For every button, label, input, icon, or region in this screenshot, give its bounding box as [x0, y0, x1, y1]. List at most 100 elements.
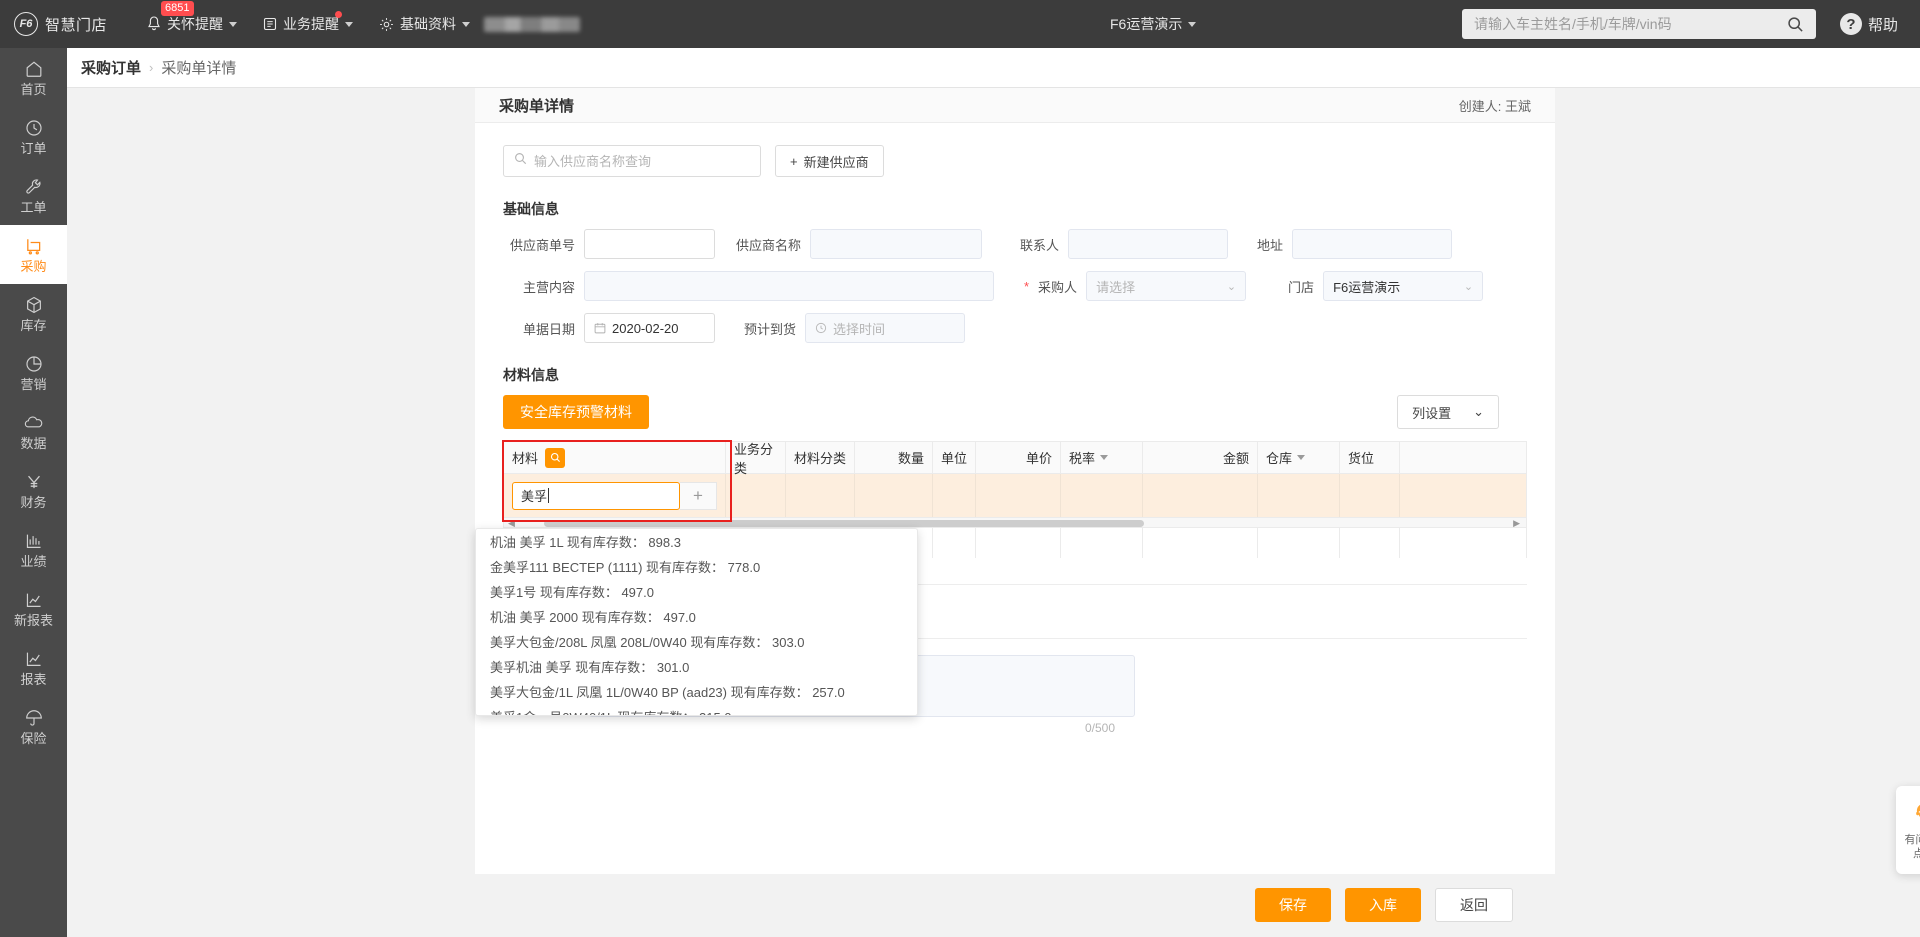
field-placeholder: 请选择 [1096, 279, 1136, 295]
supplier-name-input[interactable] [810, 229, 982, 259]
breadcrumb-current: 采购单详情 [161, 60, 237, 77]
search-chip-icon[interactable] [545, 447, 566, 468]
scroll-left-arrow-icon[interactable]: ◀ [508, 518, 515, 528]
user-name-blurred[interactable] [484, 16, 581, 32]
column-header-unit-price[interactable]: 单价 [976, 442, 1061, 473]
column-header-quantity[interactable]: 数量 [855, 442, 933, 473]
cell-empty [1340, 528, 1400, 558]
store-select[interactable]: F6运营演示 ⌄ [1323, 271, 1484, 301]
topbar-item-care-reminder[interactable]: 关怀提醒 6851 [147, 1, 238, 34]
column-header-location[interactable]: 货位 [1340, 442, 1400, 473]
doc-date-input[interactable]: 2020-02-20 [584, 313, 715, 343]
sidebar-item-performance[interactable]: 业绩 [0, 520, 67, 579]
scrollbar-thumb[interactable] [544, 520, 1144, 527]
sidebar-item-report[interactable]: 报表 [0, 638, 67, 697]
topbar-item-basic-data[interactable]: 基础资料 [379, 14, 471, 34]
column-header-tax-rate[interactable]: 税率 [1061, 442, 1143, 473]
global-search-input[interactable] [1462, 16, 1787, 32]
field-value: 2020-02-20 [612, 320, 679, 336]
cell-business-category[interactable] [726, 474, 786, 517]
column-settings-button[interactable]: 列设置 ⌄ [1397, 395, 1499, 429]
supplier-search-box[interactable] [503, 145, 761, 177]
column-header-unit[interactable]: 单位 [933, 442, 976, 473]
column-header-amount[interactable]: 金额 [1143, 442, 1258, 473]
save-button[interactable]: 保存 [1255, 888, 1331, 922]
topbar-item-label: 业务提醒 [283, 16, 340, 32]
brand-logo[interactable]: F6 智慧门店 [14, 12, 107, 36]
dropdown-option[interactable]: 金美孚111 BECTEP (1111) 现有库存数： 778.0 [476, 554, 917, 579]
sidebar-item-label: 财务 [20, 495, 47, 510]
search-icon[interactable] [1787, 16, 1804, 33]
expected-arrival-input[interactable]: 选择时间 [805, 313, 965, 343]
field-value: F6运营演示 [1333, 279, 1401, 295]
address-input[interactable] [1292, 229, 1452, 259]
supplier-order-no-input[interactable] [584, 229, 715, 259]
material-input-value: 美孚 [521, 489, 548, 504]
stock-in-button[interactable]: 入库 [1345, 888, 1421, 922]
cell-warehouse[interactable] [1258, 474, 1340, 517]
supplier-search-input[interactable] [534, 153, 750, 169]
scroll-right-arrow-icon[interactable]: ▶ [1513, 518, 1520, 528]
cell-quantity[interactable] [855, 474, 933, 517]
clock-icon [24, 117, 44, 139]
cell-amount[interactable] [1143, 474, 1258, 517]
sidebar-item-work-orders[interactable]: 工单 [0, 166, 67, 225]
field-expected-arrival: 预计到货 选择时间 [736, 313, 965, 343]
column-header-material-category[interactable]: 材料分类 [786, 442, 855, 473]
column-header-business-category[interactable]: 业务分类 [726, 442, 786, 476]
contact-input[interactable] [1068, 229, 1228, 259]
cell-empty [1061, 528, 1143, 558]
sidebar-item-home[interactable]: 首页 [0, 48, 67, 107]
dropdown-option[interactable]: 美孚大包金/208L 凤凰 208L/0W40 现有库存数： 303.0 [476, 629, 917, 654]
sidebar-item-inventory[interactable]: 库存 [0, 284, 67, 343]
remark-counter: 0/500 [1084, 721, 1115, 735]
sidebar-item-orders[interactable]: 订单 [0, 107, 67, 166]
store-switcher[interactable]: F6运营演示 [1110, 14, 1197, 34]
umbrella-icon [24, 707, 44, 729]
cell-location[interactable] [1340, 474, 1400, 517]
support-widget[interactable]: 有问题? 点我 [1896, 786, 1920, 874]
text-cursor [548, 488, 550, 503]
main-business-input[interactable] [584, 271, 994, 301]
buyer-select[interactable]: 请选择 ⌄ [1086, 271, 1247, 301]
cell-material[interactable]: 美孚 + [504, 474, 726, 517]
help-button[interactable]: ? 帮助 [1840, 13, 1898, 35]
sort-arrow-icon[interactable] [1297, 455, 1306, 460]
new-supplier-button[interactable]: + 新建供应商 [775, 145, 884, 177]
field-supplier-order-no: 供应商单号 [503, 229, 715, 259]
breadcrumb-root[interactable]: 采购订单 [81, 57, 141, 78]
dropdown-option[interactable]: 美孚大包金/1L 凤凰 1L/0W40 BP (aad23) 现有库存数： 25… [476, 679, 917, 704]
safety-stock-button[interactable]: 安全库存预警材料 [503, 395, 649, 429]
add-material-button[interactable]: + [679, 481, 717, 510]
column-header-warehouse[interactable]: 仓库 [1258, 442, 1340, 473]
field-contact: 联系人 [1003, 229, 1228, 259]
sidebar-item-data[interactable]: 数据 [0, 402, 67, 461]
column-label: 材料 [512, 451, 539, 466]
cell-tax-rate[interactable] [1061, 474, 1143, 517]
cell-material-category[interactable] [786, 474, 855, 517]
creator-label: 创建人: 王斌 [1458, 98, 1531, 114]
dropdown-option[interactable]: 美孚1金一号0W40/1L 现有库存数： 215.0 [476, 704, 917, 715]
sidebar-item-new-report[interactable]: 新报表 [0, 579, 67, 638]
dropdown-option[interactable]: 美孚1号 现有库存数： 497.0 [476, 579, 917, 604]
sidebar-item-insurance[interactable]: 保险 [0, 697, 67, 756]
question-mark-icon: ? [1840, 13, 1862, 35]
sort-arrow-icon[interactable] [1100, 455, 1109, 460]
topbar-item-business-reminder[interactable]: 业务提醒 [263, 11, 354, 34]
global-search[interactable] [1462, 9, 1816, 39]
material-search-dropdown[interactable]: 机油 美孚 1L 现有库存数： 898.3 金美孚111 BECTEP (111… [475, 528, 918, 716]
dropdown-option[interactable]: 机油 美孚 2000 现有库存数： 497.0 [476, 604, 917, 629]
dropdown-option[interactable]: 美孚机油 美孚 现有库存数： 301.0 [476, 654, 917, 679]
sidebar-item-marketing[interactable]: 营销 [0, 343, 67, 402]
cell-unit-price[interactable] [976, 474, 1061, 517]
sidebar-item-finance[interactable]: 财务 [0, 461, 67, 520]
material-search-input[interactable]: 美孚 [512, 481, 680, 510]
sidebar-item-label: 数据 [20, 436, 47, 451]
cell-unit[interactable] [933, 474, 976, 517]
sidebar-item-label: 库存 [20, 318, 47, 333]
back-button[interactable]: 返回 [1435, 888, 1513, 922]
sidebar-item-purchase[interactable]: 采购 [0, 225, 67, 284]
table-horizontal-scrollbar[interactable]: ◀ ▶ [504, 518, 1526, 528]
column-header-material[interactable]: 材料 [504, 442, 726, 473]
dropdown-option[interactable]: 机油 美孚 1L 现有库存数： 898.3 [476, 529, 917, 554]
